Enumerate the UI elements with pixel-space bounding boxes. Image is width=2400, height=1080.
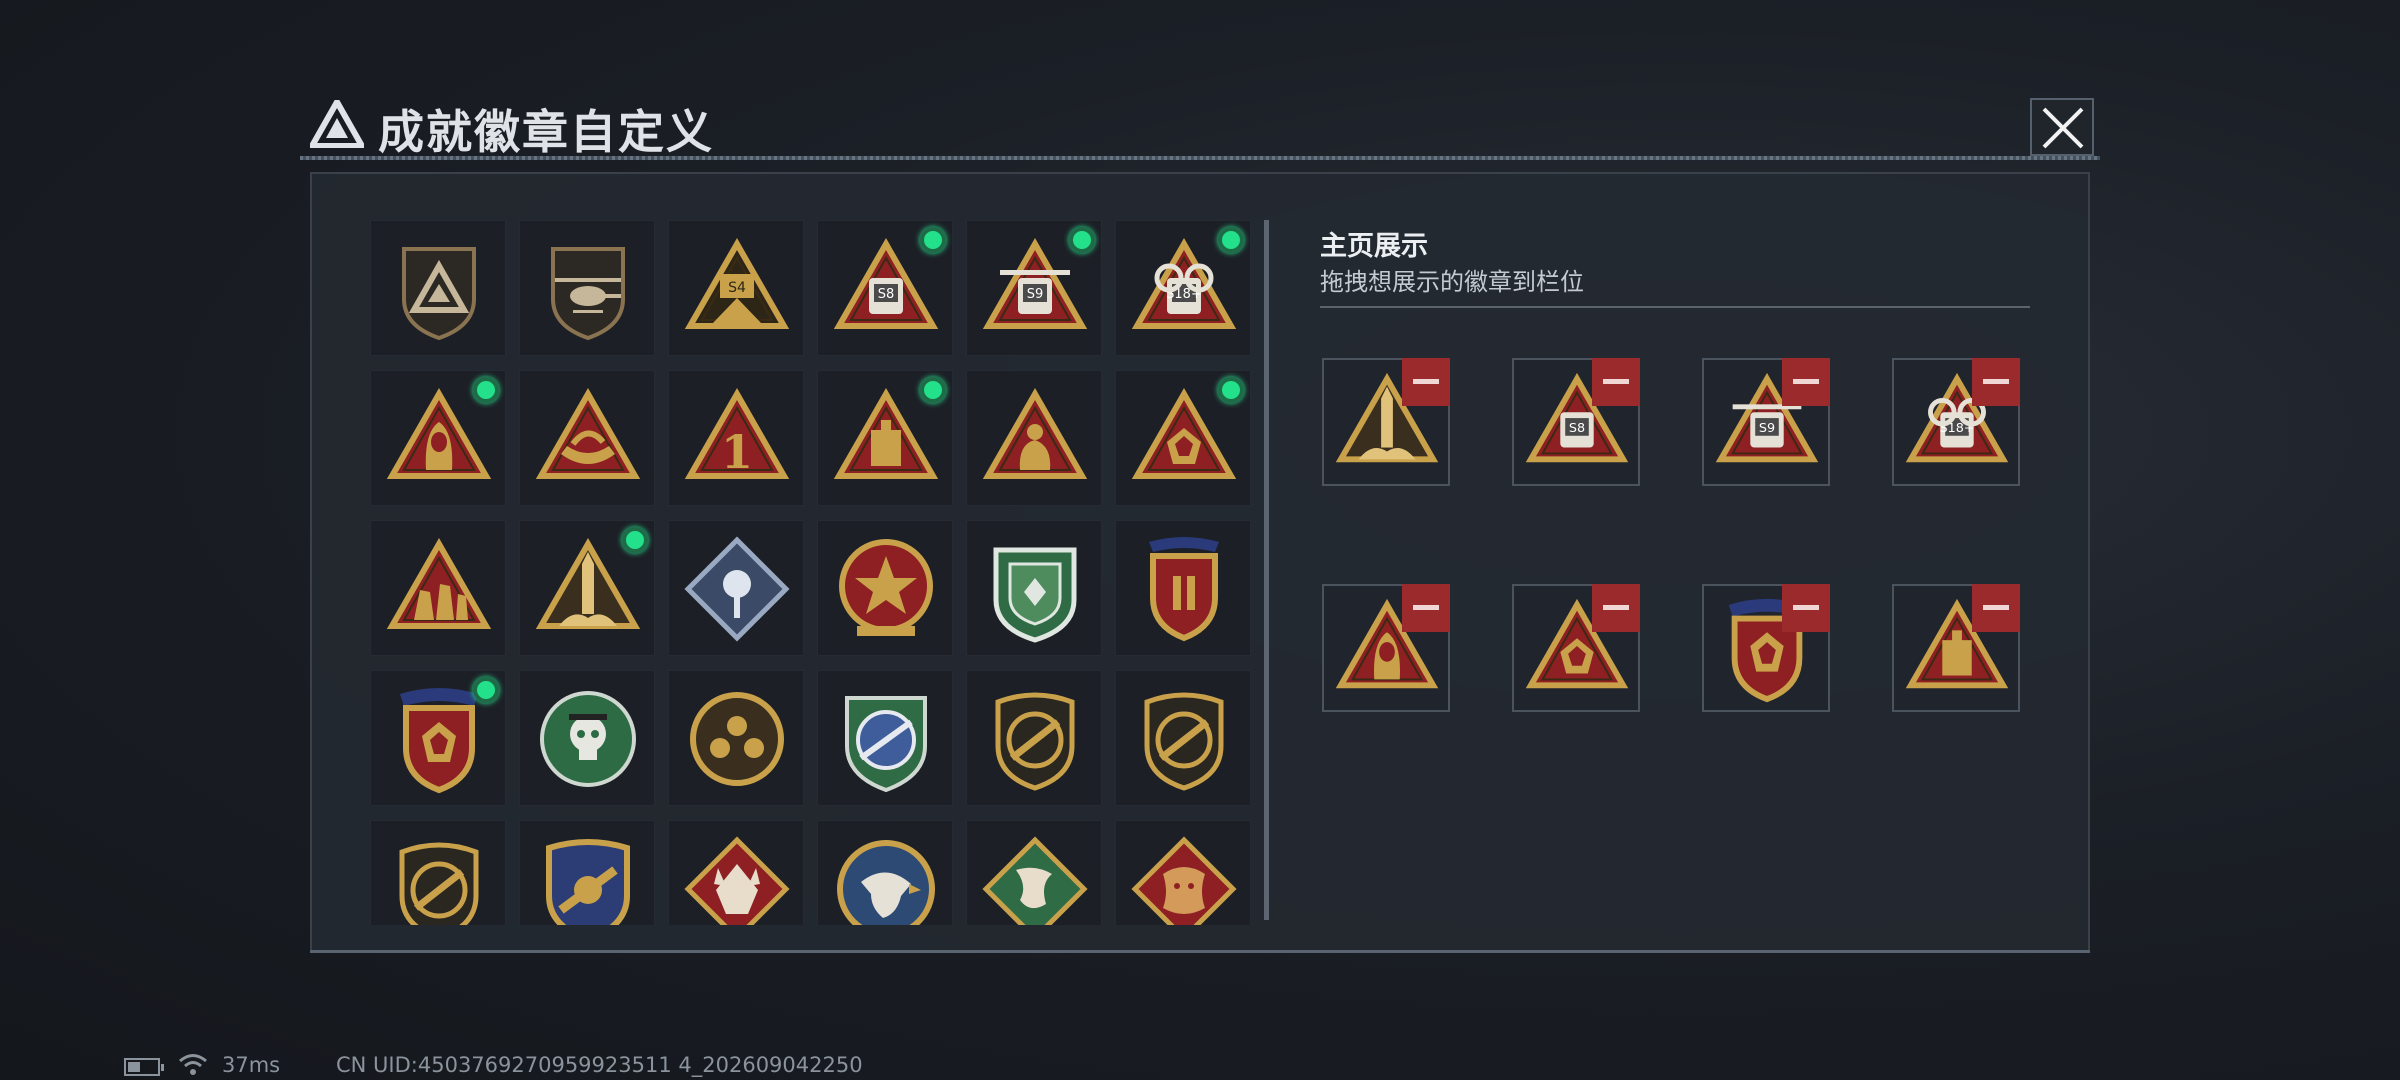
svg-text:S8: S8 xyxy=(878,287,895,302)
badge-cell[interactable] xyxy=(966,520,1102,656)
tri-one-badge-icon: 1 xyxy=(684,387,790,479)
badge-cell[interactable] xyxy=(817,520,953,656)
badge-cell[interactable]: 1 xyxy=(668,370,804,506)
badge-cell[interactable] xyxy=(370,820,506,925)
remove-badge-button[interactable] xyxy=(1402,358,1450,406)
wifi-icon xyxy=(179,1054,207,1075)
showcase-slot[interactable] xyxy=(1892,584,2020,712)
badge-cell[interactable]: S8 xyxy=(817,220,953,356)
game-logo-icon xyxy=(310,100,364,148)
badge-cell[interactable] xyxy=(370,520,506,656)
equipped-indicator xyxy=(473,677,499,703)
svg-text:1: 1 xyxy=(721,425,753,479)
green-skull-badge-icon xyxy=(540,691,636,787)
badge-cell[interactable] xyxy=(1115,370,1251,506)
tri-diver-badge-icon xyxy=(982,387,1088,479)
showcase-divider xyxy=(1320,306,2030,308)
svg-text:S9: S9 xyxy=(1027,287,1044,302)
showcase-slot[interactable] xyxy=(1322,358,1450,486)
equipped-indicator xyxy=(1218,227,1244,253)
diamond-rose-badge-icon xyxy=(684,536,790,642)
dragon-red-badge-icon xyxy=(1131,836,1237,925)
equipped-indicator xyxy=(920,227,946,253)
badge-cell[interactable] xyxy=(966,820,1102,925)
badge-cell[interactable]: S9 xyxy=(966,220,1102,356)
badge-cell[interactable] xyxy=(519,220,655,356)
shield-triangle-badge-icon xyxy=(402,247,476,341)
title-divider xyxy=(300,156,2100,160)
remove-badge-button[interactable] xyxy=(1972,584,2020,632)
badge-cell[interactable] xyxy=(817,820,953,925)
page-title: 成就徽章自定义 xyxy=(378,105,714,159)
badge-cell[interactable] xyxy=(668,670,804,806)
badge-cell[interactable] xyxy=(1115,520,1251,656)
tri-boat-badge-icon xyxy=(535,387,641,479)
blue-rifle-badge-icon xyxy=(845,696,927,793)
badge-cell[interactable]: S18+ xyxy=(1115,220,1251,356)
gun-shield-badge-icon xyxy=(1144,692,1224,791)
badge-cell[interactable] xyxy=(966,370,1102,506)
badge-cell[interactable]: S4 xyxy=(668,220,804,356)
badge-cell[interactable] xyxy=(668,520,804,656)
badge-cell[interactable] xyxy=(370,220,506,356)
ping-value: 37ms xyxy=(222,1053,281,1077)
remove-badge-button[interactable] xyxy=(1782,584,1830,632)
gun-shield-badge-icon xyxy=(995,692,1075,791)
equipped-indicator xyxy=(473,377,499,403)
badge-cell[interactable] xyxy=(668,820,804,925)
badge-cell[interactable] xyxy=(817,670,953,806)
badge-panel: S4 S8 S9 S18+ 1 主页展示 拖拽想展示的徽章到栏位 S8 S9 S… xyxy=(310,172,2090,952)
gun-shield-badge-icon xyxy=(399,842,479,925)
showcase-slot[interactable] xyxy=(1702,584,1830,712)
badge-grid[interactable]: S4 S8 S9 S18+ 1 xyxy=(370,220,1260,925)
dragon-green-badge-icon xyxy=(982,836,1088,925)
title-bar: 成就徽章自定义 xyxy=(300,88,2100,160)
grid-scrollbar[interactable] xyxy=(1264,220,1269,920)
svg-text:S9: S9 xyxy=(1759,421,1775,436)
eagle-round-badge-icon xyxy=(837,840,935,925)
tri-s4-badge-icon: S4 xyxy=(684,237,790,329)
showcase-subtitle: 拖拽想展示的徽章到栏位 xyxy=(1320,268,1584,296)
remove-badge-button[interactable] xyxy=(1782,358,1830,406)
badge-cell[interactable] xyxy=(966,670,1102,806)
badge-cell[interactable] xyxy=(1115,820,1251,925)
badge-cell[interactable] xyxy=(817,370,953,506)
equipped-indicator xyxy=(920,377,946,403)
close-icon xyxy=(2042,107,2084,149)
remove-badge-button[interactable] xyxy=(1972,358,2020,406)
remove-badge-button[interactable] xyxy=(1402,584,1450,632)
equipped-indicator xyxy=(622,527,648,553)
shield-heli-badge-icon xyxy=(551,247,625,341)
badge-cell[interactable] xyxy=(370,670,506,806)
blue-wing-badge-icon xyxy=(546,839,630,925)
svg-text:S8: S8 xyxy=(1569,421,1585,436)
equipped-indicator xyxy=(1218,377,1244,403)
badge-cell[interactable] xyxy=(519,670,655,806)
remove-badge-button[interactable] xyxy=(1592,584,1640,632)
round-star-badge-icon xyxy=(839,539,933,636)
tri-soldiers-badge-icon xyxy=(386,537,492,629)
badge-cell[interactable] xyxy=(519,370,655,506)
green-shield-badge-icon xyxy=(993,547,1077,643)
showcase-slot[interactable] xyxy=(1322,584,1450,712)
badge-cell[interactable] xyxy=(1115,670,1251,806)
showcase-slot[interactable]: S18+ xyxy=(1892,358,2020,486)
badge-cell[interactable] xyxy=(370,370,506,506)
showcase-slot[interactable] xyxy=(1512,584,1640,712)
wolf-diamond-badge-icon xyxy=(684,836,790,925)
showcase-slot[interactable]: S8 xyxy=(1512,358,1640,486)
close-button[interactable] xyxy=(2030,98,2094,156)
panel-bottom-rule xyxy=(310,950,2090,953)
round-gold-badge-icon xyxy=(690,692,784,786)
svg-text:S4: S4 xyxy=(728,280,746,296)
laurel-shield-badge-icon xyxy=(1149,537,1219,642)
showcase-title: 主页展示 xyxy=(1320,231,1428,262)
equipped-indicator xyxy=(1069,227,1095,253)
remove-badge-button[interactable] xyxy=(1592,358,1640,406)
showcase-slot[interactable]: S9 xyxy=(1702,358,1830,486)
badge-cell[interactable] xyxy=(519,520,655,656)
battery-icon xyxy=(124,1058,164,1076)
uid-text: CN UID:4503769270959923511 4_20260904225… xyxy=(336,1053,863,1077)
badge-cell[interactable] xyxy=(519,820,655,925)
